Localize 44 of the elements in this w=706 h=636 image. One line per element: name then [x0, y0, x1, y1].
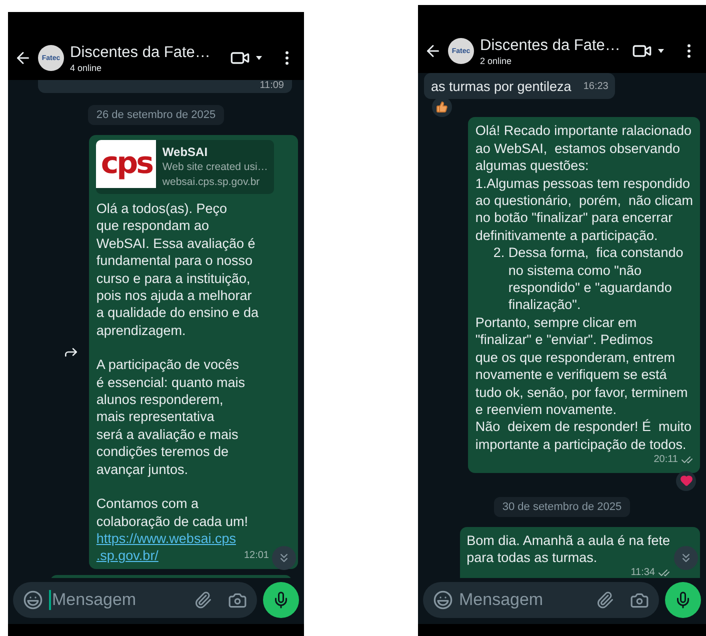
message-input[interactable]: Mensagem [52, 590, 188, 610]
attach-icon[interactable] [194, 591, 212, 609]
back-icon[interactable] [424, 42, 442, 60]
mic-icon [272, 591, 290, 609]
message-time: 11:09 [260, 80, 284, 91]
message-text: 2. Dessa forma, fica constando no sistema como "não respondido" e "aguardando finalização". [492, 244, 684, 314]
preview-domain: websai.cps.sp.gov.br [162, 175, 261, 190]
site-logo: cps [96, 140, 156, 188]
message-input[interactable]: Mensagem [459, 590, 590, 610]
sticker-icon[interactable] [433, 590, 453, 610]
attach-icon[interactable] [596, 591, 614, 609]
message-text: Bom dia. Amanhã a aula é na fete para todas as turmas. [466, 532, 670, 566]
message-time: 20:11 [654, 453, 678, 468]
message-field[interactable]: Mensagem [423, 582, 659, 618]
message-text: Contamos com a colaboração de cada um! [96, 495, 250, 530]
online-count: 4 online [70, 62, 102, 74]
camera-icon[interactable] [228, 590, 247, 610]
mic-icon [674, 591, 692, 609]
sticker-icon[interactable] [23, 590, 43, 610]
message-text: A participação de vocês é essencial: quanto mais alunos responderem, mais representativa será a avaliação e mais condições teremos de avançar juntos. [96, 356, 246, 478]
online-count: 2 online [480, 56, 512, 66]
message-text: as turmas por gentileza [431, 78, 572, 96]
preview-title: WebSAI [162, 144, 209, 160]
caret-icon[interactable] [256, 56, 262, 60]
message-time: 11:34 [630, 566, 655, 578]
message-field[interactable]: Mensagem [13, 582, 257, 618]
mic-button[interactable] [263, 582, 299, 618]
preview-description: Web site created usi… [162, 160, 268, 175]
message-time: 16:23 [583, 80, 608, 94]
date-chip: 26 de setembro de 2025 [88, 105, 224, 125]
date-chip: 30 de setembro de 2025 [494, 496, 630, 517]
message-text: Portanto, sempre clicar em "finalizar" e "enviar". Pedimos que os que responderam, entrem novamente e verifiquem se está tudo ok, senão, por favor, terminem e reenviem novamente. Não deixem de responder! É muito importante a participação de todos. [475, 314, 692, 454]
reaction[interactable] [676, 470, 696, 491]
caret-icon[interactable] [658, 49, 664, 53]
camera-icon[interactable] [630, 590, 649, 610]
message-time: 12:01 [244, 549, 269, 564]
message-text: Olá! Recado importante ralacionado ao WebSAI, estamos observando algumas questões: 1.Algumas pessoas tem respondido ao questionário, porém, não clicam no botão "finalizar" para encerrar definitivamente a participação. [475, 122, 693, 244]
chat-title[interactable]: Discentes da Fate… [480, 36, 620, 56]
back-icon[interactable] [14, 49, 32, 67]
chat-title[interactable]: Discentes da Fate… [70, 42, 210, 62]
mic-button[interactable] [665, 582, 701, 618]
message-link[interactable]: https://www.websai.cps .sp.gov.br/ [96, 530, 236, 565]
message-text: Olá a todos(as). Peço que respondam ao WebSAI. Essa avaliação é fundamental para o nosso curso e para a instituição, pois nos ajuda a melhorar a qualidade do ensino e da aprendizagem. [96, 200, 260, 340]
reaction[interactable] [432, 97, 452, 118]
